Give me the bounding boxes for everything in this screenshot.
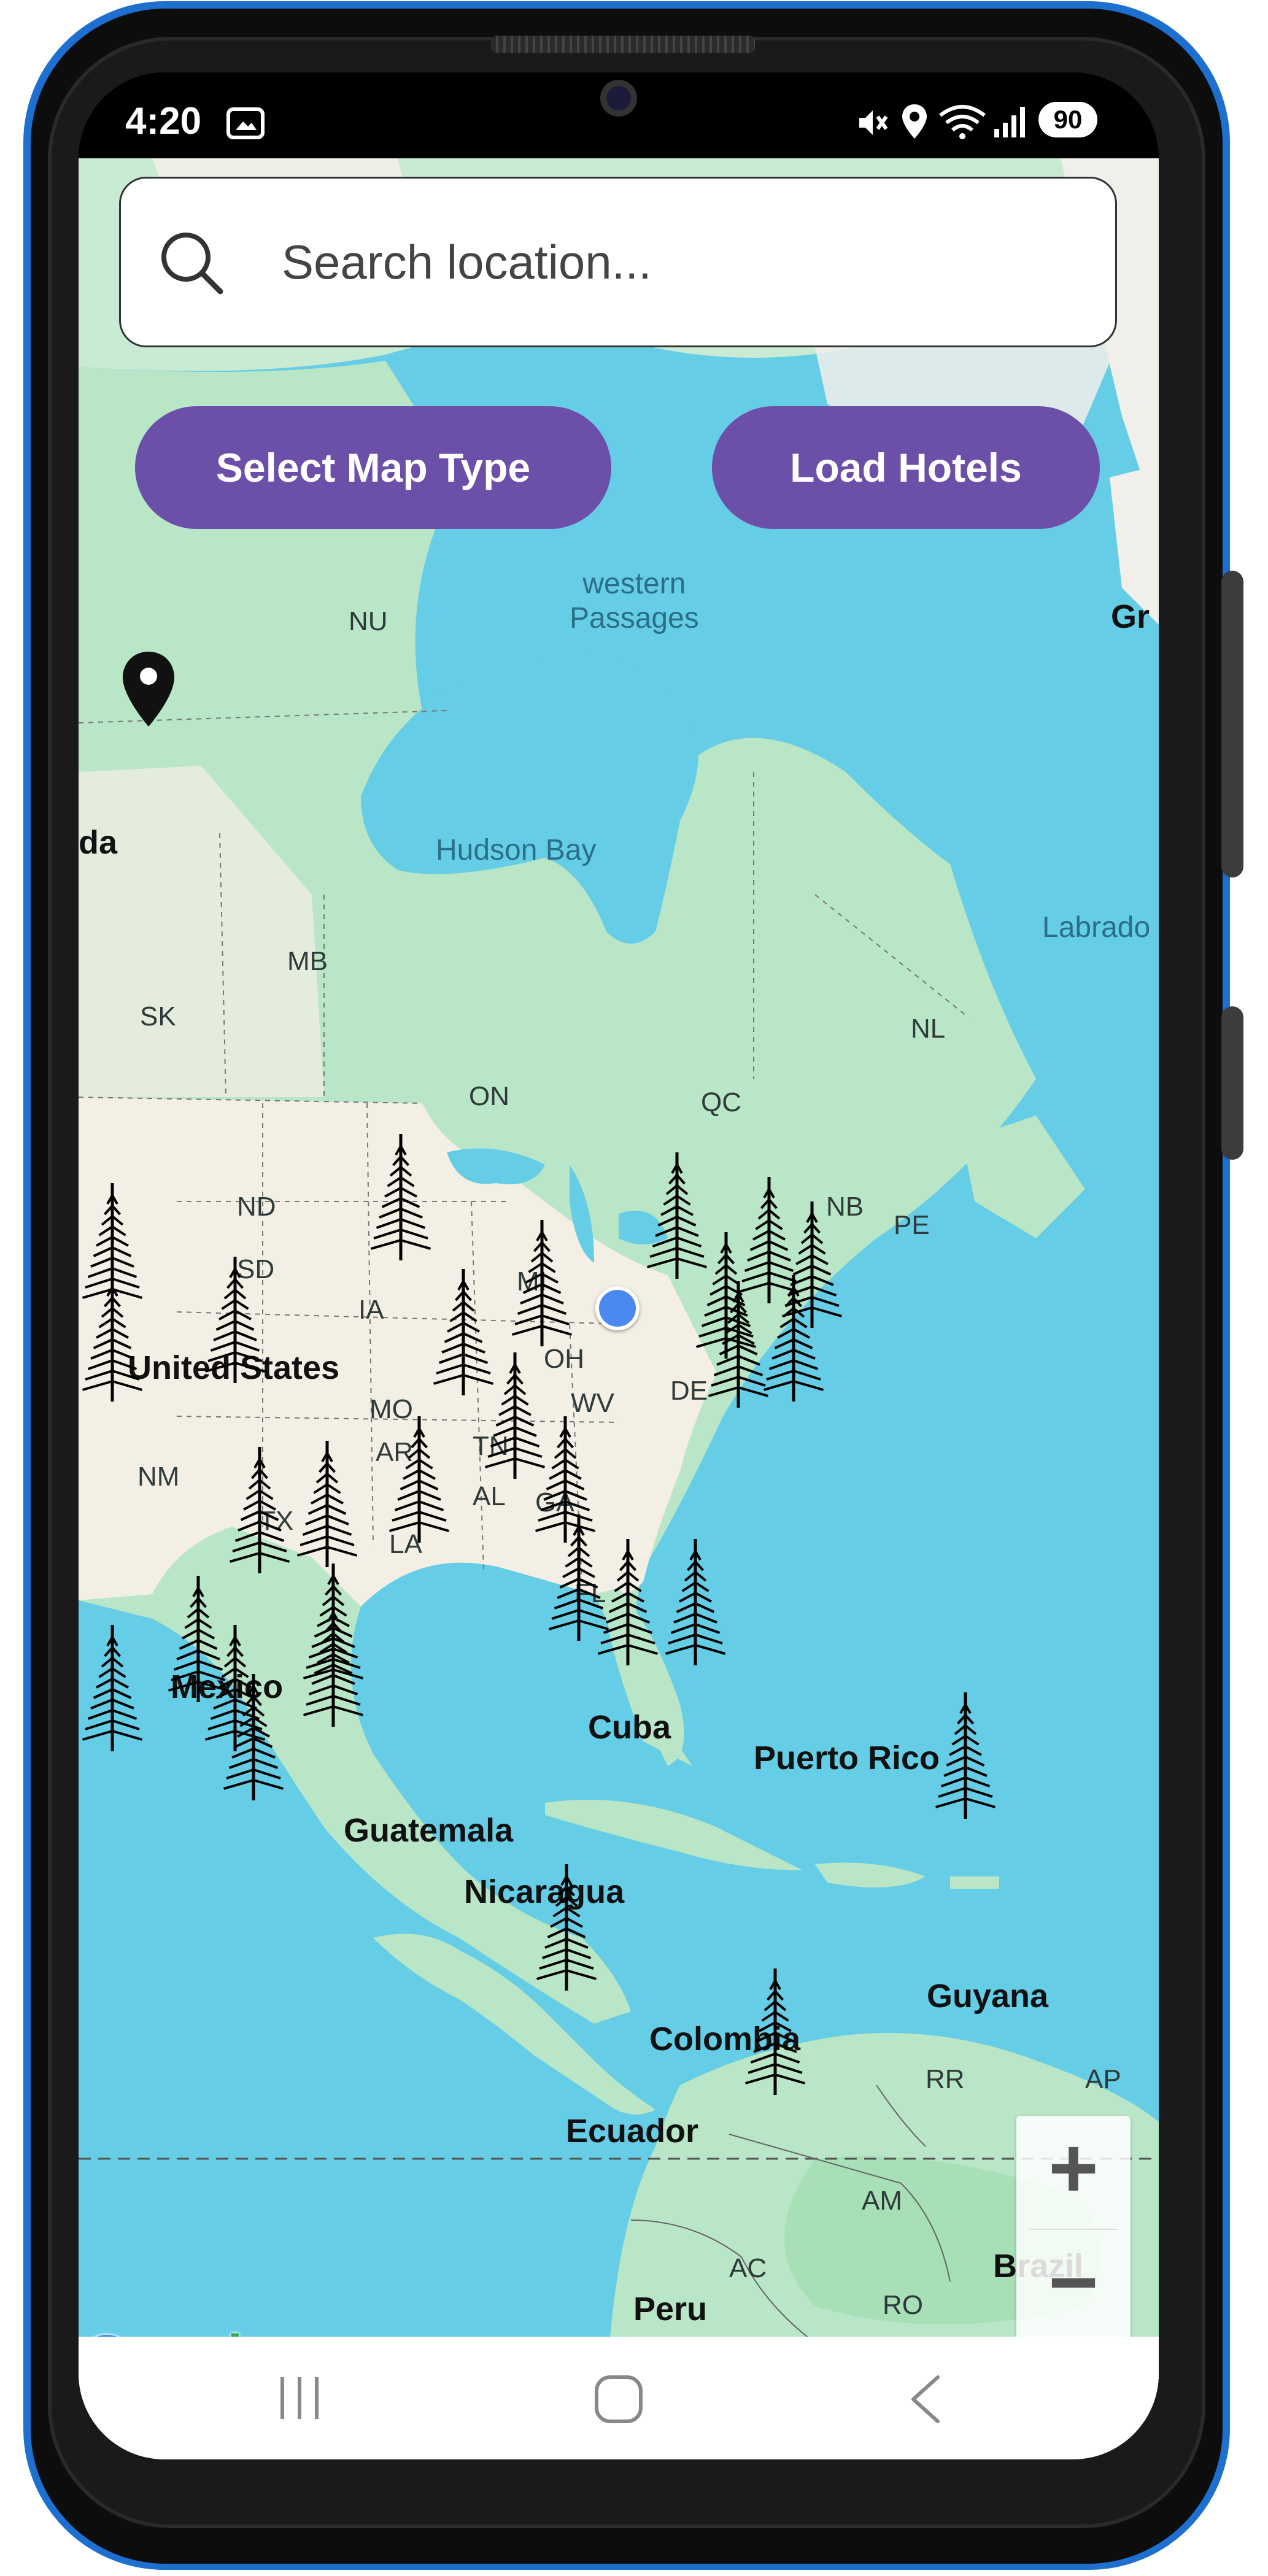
map-label-ap: AP bbox=[1085, 2064, 1121, 2094]
volume-button bbox=[1221, 571, 1243, 877]
tree-marker-icon[interactable] bbox=[226, 1441, 293, 1579]
tree-marker-icon[interactable] bbox=[385, 1410, 453, 1548]
tree-marker-icon[interactable] bbox=[662, 1533, 729, 1671]
map-label-puerto-rico: Puerto Rico bbox=[754, 1740, 940, 1776]
search-input[interactable] bbox=[280, 222, 1081, 303]
tree-marker-icon[interactable] bbox=[932, 1686, 999, 1824]
tree-marker-icon[interactable] bbox=[79, 1619, 146, 1757]
map-label-al: AL bbox=[473, 1481, 506, 1511]
load-hotels-button[interactable]: Load Hotels bbox=[712, 406, 1100, 529]
tree-marker-icon[interactable] bbox=[508, 1214, 576, 1352]
map-label-passages: western Passages bbox=[570, 568, 699, 634]
map-label-rr: RR bbox=[926, 2064, 965, 2094]
map-pin-icon[interactable] bbox=[119, 649, 178, 732]
map-label-ro: RO bbox=[883, 2290, 923, 2320]
tree-marker-icon[interactable] bbox=[760, 1269, 827, 1407]
tree-marker-icon[interactable] bbox=[201, 1251, 269, 1389]
screen: 4:20 90 western Passages NU Hudson Bay L… bbox=[79, 72, 1159, 2459]
screenshot-icon bbox=[226, 107, 265, 143]
back-icon[interactable] bbox=[903, 2374, 946, 2428]
tree-marker-icon[interactable] bbox=[79, 1269, 146, 1407]
map-label-ecuador: Ecuador bbox=[566, 2113, 699, 2150]
location-icon bbox=[901, 103, 928, 143]
recents-icon[interactable] bbox=[275, 2374, 324, 2426]
map-label-canada: da bbox=[79, 824, 118, 861]
map-label-pe: PE bbox=[894, 1210, 930, 1240]
home-icon[interactable] bbox=[593, 2374, 644, 2428]
map-label-mb: MB bbox=[287, 946, 328, 976]
wifi-icon bbox=[938, 103, 987, 143]
map-label-nm: NM bbox=[137, 1462, 180, 1492]
mute-icon bbox=[854, 106, 889, 143]
zoom-in-button[interactable]: + bbox=[1016, 2116, 1131, 2229]
map-label-nd: ND bbox=[237, 1192, 276, 1222]
front-camera bbox=[600, 80, 637, 117]
map-label-ac: AC bbox=[729, 2253, 767, 2283]
signal-icon bbox=[992, 104, 1026, 142]
map-label-cuba: Cuba bbox=[588, 1709, 671, 1746]
map-label-nl: NL bbox=[911, 1014, 946, 1044]
tree-marker-icon[interactable] bbox=[367, 1128, 435, 1266]
map-label-qc: QC bbox=[701, 1087, 741, 1117]
map-label-sk: SK bbox=[140, 1001, 176, 1032]
tree-marker-icon[interactable] bbox=[741, 1962, 809, 2100]
map-label-labrador: Labrado bbox=[1042, 911, 1151, 944]
map-label-de: DE bbox=[670, 1376, 708, 1406]
search-bar[interactable] bbox=[119, 177, 1117, 347]
power-button bbox=[1221, 1006, 1243, 1160]
map-label-am: AM bbox=[862, 2186, 902, 2216]
current-location-dot bbox=[595, 1286, 640, 1330]
map-label-greenland: Gr bbox=[1111, 598, 1150, 635]
select-map-type-button[interactable]: Select Map Type bbox=[135, 406, 611, 529]
map-label-guatemala: Guatemala bbox=[344, 1812, 514, 1849]
navigation-bar bbox=[79, 2337, 1159, 2459]
zoom-out-button[interactable]: − bbox=[1016, 2230, 1131, 2343]
map-label-on: ON bbox=[469, 1081, 509, 1111]
status-time: 4:20 bbox=[125, 100, 202, 142]
battery-indicator: 90 bbox=[1038, 102, 1097, 137]
map-label-hudson-bay: Hudson Bay bbox=[436, 834, 597, 866]
map-label-nu: NU bbox=[349, 606, 388, 636]
map-label-guyana: Guyana bbox=[927, 1978, 1049, 2015]
tree-marker-icon[interactable] bbox=[594, 1533, 662, 1671]
map-label-peru: Peru bbox=[633, 2291, 708, 2327]
search-icon bbox=[158, 229, 225, 299]
tree-marker-icon[interactable] bbox=[533, 1858, 600, 1996]
zoom-controls: + − bbox=[1016, 2116, 1131, 2343]
tree-marker-icon[interactable] bbox=[293, 1435, 361, 1573]
status-bar: 4:20 90 bbox=[79, 72, 1159, 158]
map-label-ia: IA bbox=[358, 1295, 384, 1325]
tree-marker-icon[interactable] bbox=[220, 1668, 287, 1806]
tree-marker-icon[interactable] bbox=[300, 1557, 367, 1695]
speaker-grille bbox=[491, 36, 755, 53]
